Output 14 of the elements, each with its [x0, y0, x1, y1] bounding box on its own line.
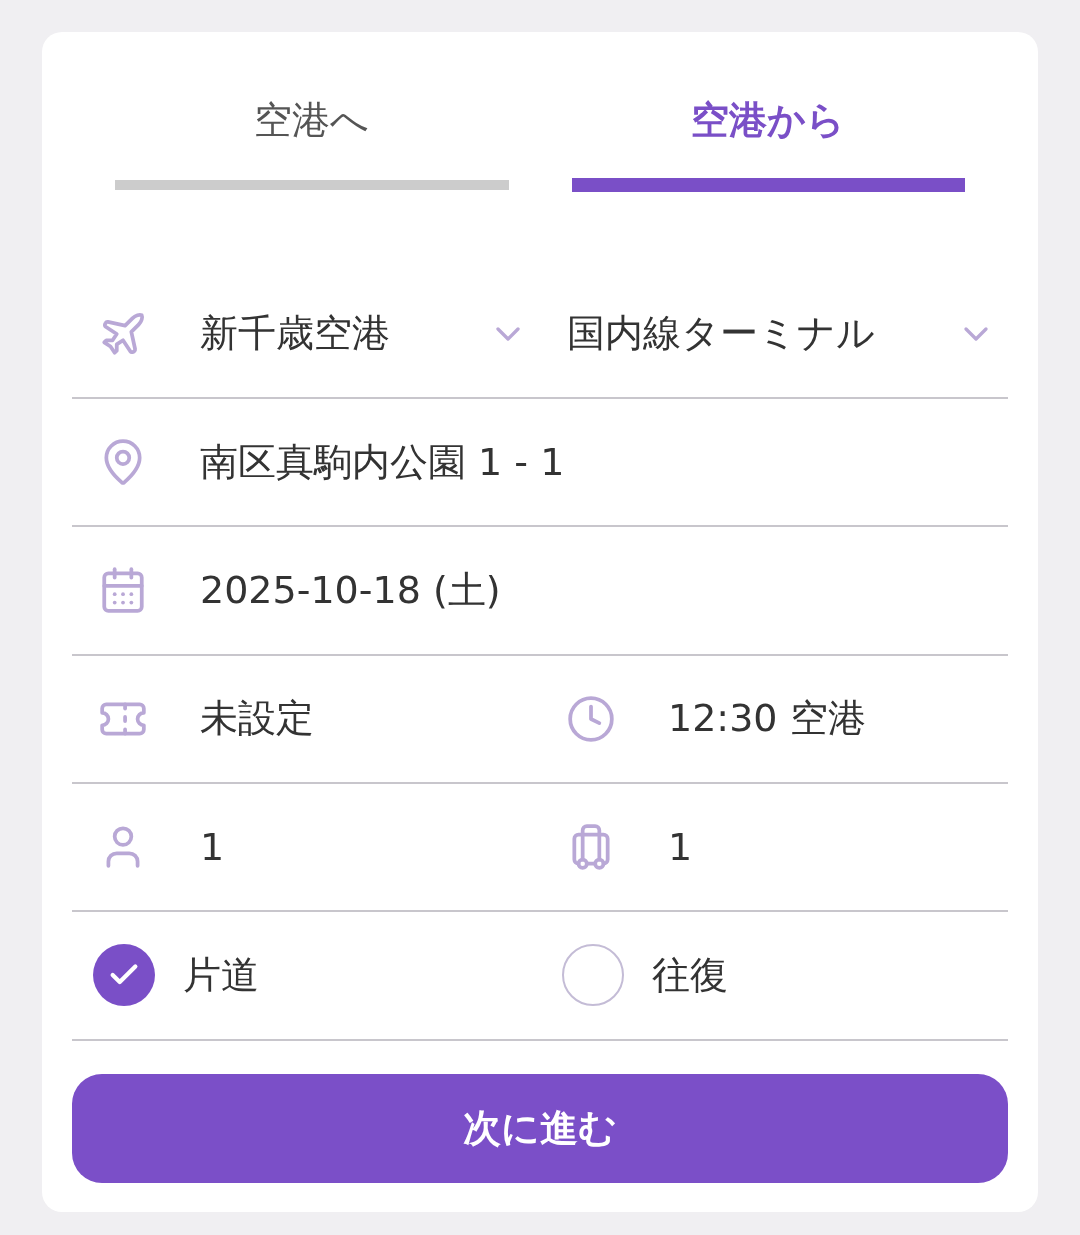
clock-icon — [566, 693, 616, 744]
tab[interactable]: 空港へ — [115, 32, 509, 271]
terminal-name: 国内線ターミナル — [567, 310, 876, 358]
tab[interactable]: 空港から — [571, 32, 965, 271]
next-button[interactable]: 次に進む — [72, 1073, 1008, 1183]
radio-label: 片道 — [183, 951, 259, 999]
passenger-count: 1 — [200, 825, 226, 870]
time-field: 12:30 空港 — [668, 693, 1008, 745]
airport-name: 新千歳空港 — [200, 310, 391, 358]
luggage-count: 1 — [668, 825, 694, 870]
radio-label: 往復 — [652, 951, 728, 999]
flight-field: 未設定 — [200, 693, 540, 745]
address-field: 南区真駒内公園 1 - 1 — [200, 436, 1008, 488]
date-field: 2025-10-18 (土) — [200, 565, 1008, 616]
